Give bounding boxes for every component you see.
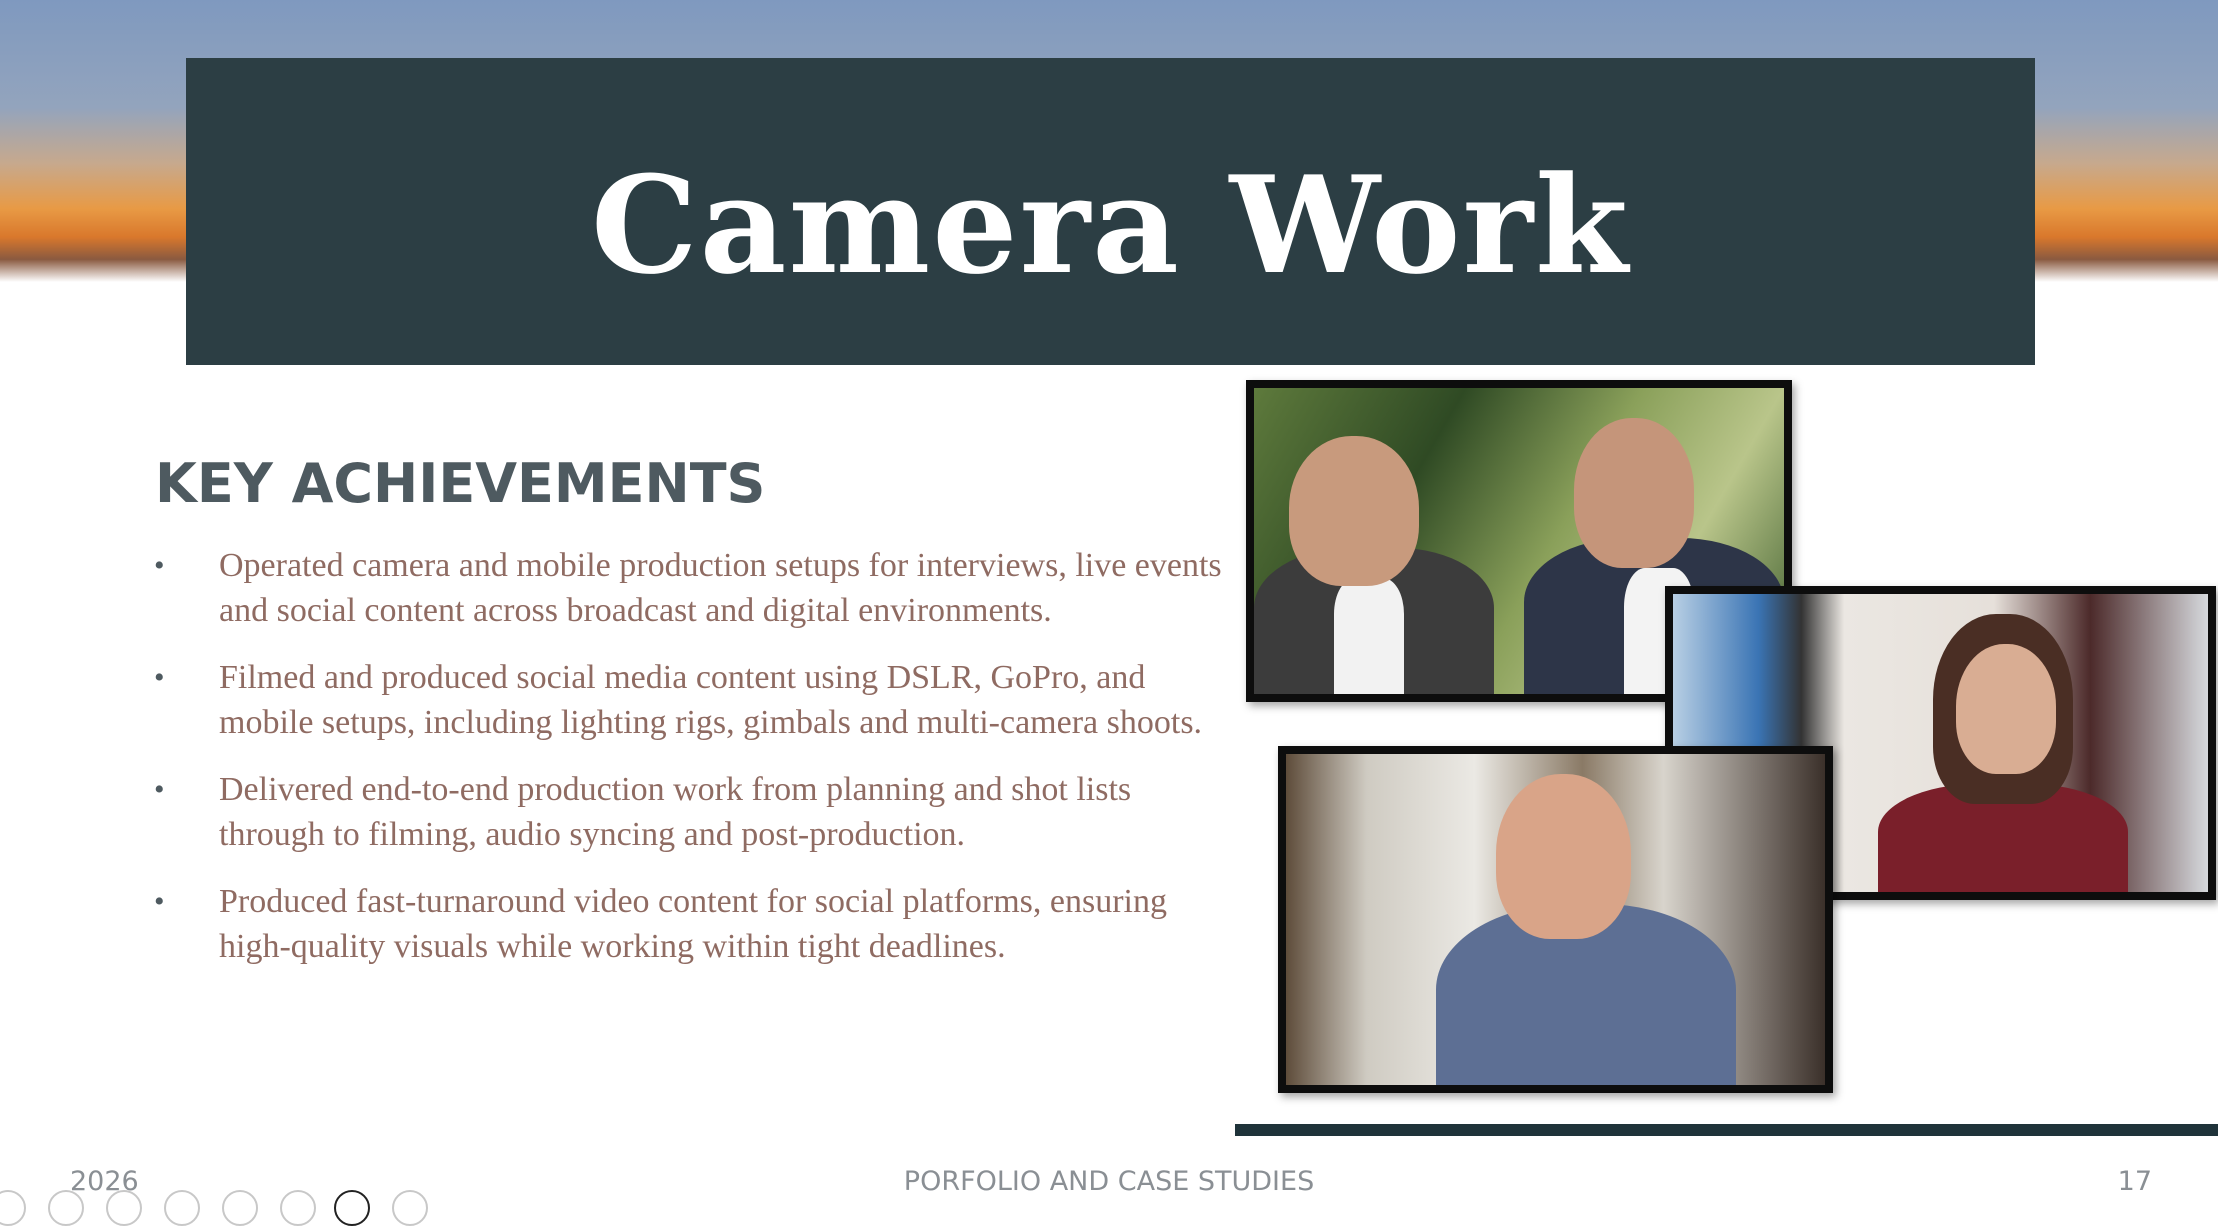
bullet-icon: • [154,773,165,806]
achievement-text: Produced fast-turnaround video content f… [219,883,1167,965]
page-number: 17 [2117,1166,2152,1197]
bullet-icon: • [154,661,165,694]
section-heading: KEY ACHIEVEMENTS [155,452,766,515]
achievement-item: • Filmed and produced social media conten… [154,655,1234,745]
text-icon[interactable] [164,1190,200,1226]
slides-icon[interactable] [334,1190,370,1226]
accent-divider [1235,1124,2218,1136]
pen-icon[interactable] [106,1190,142,1226]
back-icon[interactable] [0,1190,26,1226]
achievements-list: • Operated camera and mobile production s… [154,543,1234,991]
presentation-toolbar [0,1190,440,1226]
achievement-item: • Produced fast-turnaround video content … [154,879,1234,969]
more-icon[interactable] [392,1190,428,1226]
slide-title: Camera Work [591,146,1630,304]
achievement-item: • Operated camera and mobile production s… [154,543,1234,633]
achievement-item: • Delivered end-to-end production work fr… [154,767,1234,857]
achievement-text: Operated camera and mobile production se… [219,547,1222,629]
bullet-icon: • [154,885,165,918]
forward-icon[interactable] [48,1190,84,1226]
achievement-text: Delivered end-to-end production work fro… [219,771,1132,853]
subtitles-icon[interactable] [280,1190,316,1226]
interview-photo-man [1278,746,1833,1093]
achievement-text: Filmed and produced social media content… [219,659,1203,741]
zoom-icon[interactable] [222,1190,258,1226]
bullet-icon: • [154,549,165,582]
